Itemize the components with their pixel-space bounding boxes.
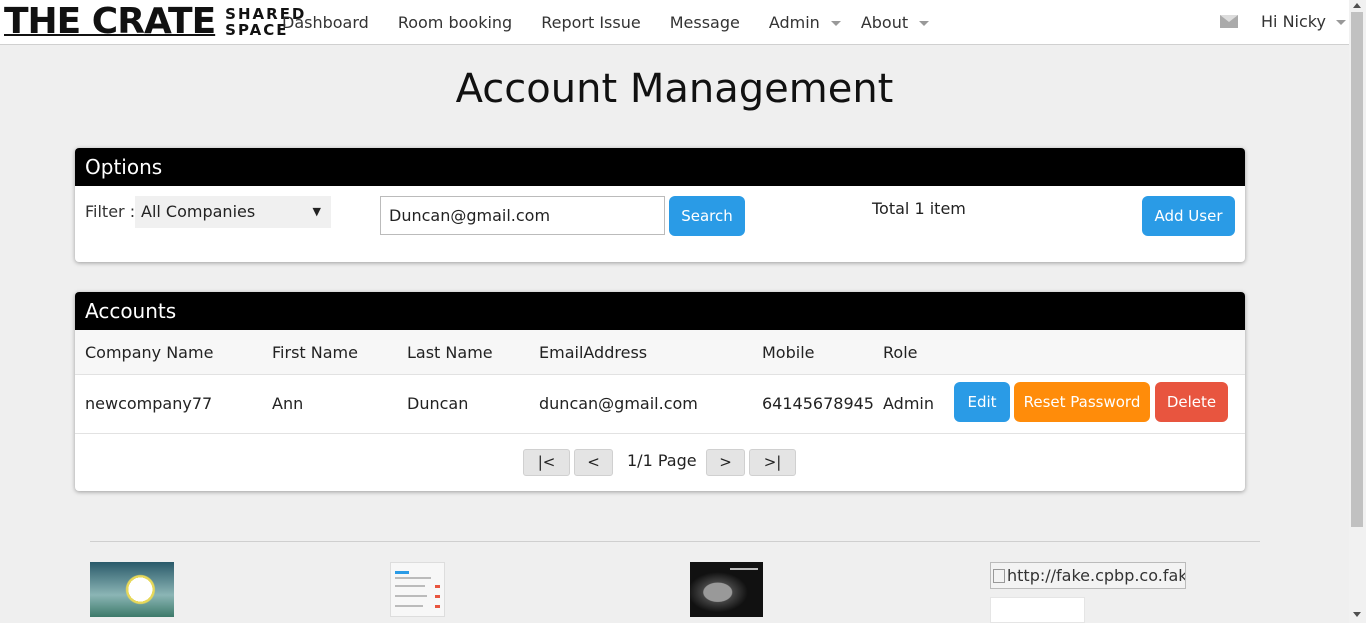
accounts-heading: Accounts bbox=[75, 292, 1245, 330]
page-indicator: 1/1 Page bbox=[627, 451, 697, 470]
col-last-name: Last Name bbox=[407, 343, 493, 362]
nav-admin-dropdown[interactable]: Admin bbox=[769, 13, 841, 32]
scroll-up-arrow-icon[interactable] bbox=[1353, 3, 1361, 8]
filter-label: Filter : bbox=[85, 202, 136, 221]
last-page-button[interactable]: >| bbox=[749, 449, 796, 476]
spreadsheet-thumbnail[interactable] bbox=[390, 562, 445, 617]
options-panel: Options Filter : All Companies ▼ Search … bbox=[75, 148, 1245, 262]
col-company-name: Company Name bbox=[85, 343, 214, 362]
nav-message[interactable]: Message bbox=[670, 13, 749, 32]
cell-company: newcompany77 bbox=[85, 394, 213, 413]
broken-image-alt: http://fake.cpbp.co.fake bbox=[1007, 566, 1186, 585]
main-nav: Dashboard Room booking Report Issue Mess… bbox=[272, 0, 930, 44]
filter-selected-value: All Companies bbox=[141, 202, 256, 221]
daisy-thumbnail[interactable] bbox=[90, 562, 174, 617]
brand-name: THE CRATE bbox=[4, 1, 216, 42]
cell-email: duncan@gmail.com bbox=[539, 394, 698, 413]
page-title: Account Management bbox=[455, 66, 894, 112]
nav-report-issue[interactable]: Report Issue bbox=[541, 13, 650, 32]
cell-last-name: Duncan bbox=[407, 394, 469, 413]
accounts-panel: Accounts Company Name First Name Last Na… bbox=[75, 292, 1245, 491]
portrait-thumbnail[interactable] bbox=[690, 562, 763, 617]
col-role: Role bbox=[883, 343, 918, 362]
company-filter-select[interactable]: All Companies ▼ bbox=[135, 196, 331, 228]
pagination: |< < 1/1 Page > >| bbox=[75, 449, 1245, 476]
prev-page-button[interactable]: < bbox=[574, 449, 613, 476]
cell-first-name: Ann bbox=[272, 394, 304, 413]
broken-image-placeholder[interactable]: http://fake.cpbp.co.fake bbox=[990, 562, 1186, 589]
table-row: newcompany77 Ann Duncan duncan@gmail.com… bbox=[75, 375, 1245, 434]
reset-password-button[interactable]: Reset Password bbox=[1014, 382, 1150, 422]
delete-button[interactable]: Delete bbox=[1155, 382, 1228, 422]
select-arrow-icon: ▼ bbox=[312, 205, 321, 218]
cell-role: Admin bbox=[883, 394, 934, 413]
user-menu-dropdown[interactable]: Hi Nicky bbox=[1261, 12, 1346, 31]
cell-mobile: 64145678945 bbox=[762, 394, 874, 413]
broken-image-icon bbox=[993, 569, 1005, 583]
nav-dashboard[interactable]: Dashboard bbox=[282, 13, 378, 32]
brand-logo[interactable]: THE CRATE SHARED SPACE bbox=[4, 2, 306, 42]
mail-icon[interactable] bbox=[1220, 15, 1238, 28]
col-email: EmailAddress bbox=[539, 343, 648, 362]
document-thumbnail[interactable] bbox=[990, 597, 1085, 623]
scroll-thumb[interactable] bbox=[1351, 12, 1363, 527]
options-heading: Options bbox=[75, 148, 1245, 186]
nav-room-booking[interactable]: Room booking bbox=[398, 13, 521, 32]
next-page-button[interactable]: > bbox=[706, 449, 745, 476]
nav-about-dropdown[interactable]: About bbox=[861, 13, 930, 32]
top-navbar: THE CRATE SHARED SPACE Dashboard Room bo… bbox=[0, 0, 1349, 45]
table-header: Company Name First Name Last Name EmailA… bbox=[75, 330, 1245, 375]
first-page-button[interactable]: |< bbox=[523, 449, 570, 476]
add-user-button[interactable]: Add User bbox=[1142, 196, 1235, 236]
edit-button[interactable]: Edit bbox=[954, 382, 1010, 422]
search-button[interactable]: Search bbox=[669, 196, 745, 236]
footer-divider bbox=[90, 541, 1260, 542]
scroll-down-arrow-icon[interactable] bbox=[1353, 612, 1361, 617]
col-mobile: Mobile bbox=[762, 343, 815, 362]
search-input[interactable] bbox=[380, 196, 665, 235]
col-first-name: First Name bbox=[272, 343, 358, 362]
page-scrollbar[interactable] bbox=[1349, 0, 1366, 623]
total-count: Total 1 item bbox=[872, 199, 966, 218]
